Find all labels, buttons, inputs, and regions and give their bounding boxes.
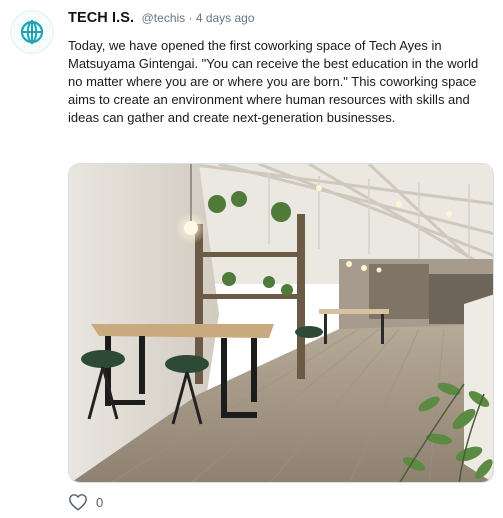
post-header: TECH I.S. @techis · 4 days ago — [68, 9, 255, 27]
post-photo[interactable] — [68, 163, 494, 483]
post-card: TECH I.S. @techis · 4 days ago Today, we… — [0, 0, 503, 518]
globe-icon — [20, 20, 44, 44]
author-avatar[interactable] — [10, 10, 54, 54]
like-button[interactable]: 0 — [68, 493, 103, 511]
post-actions: 0 — [68, 493, 103, 511]
heart-icon — [69, 494, 87, 511]
coworking-space-photo — [69, 164, 493, 482]
post-text: Today, we have opened the first coworkin… — [68, 38, 479, 125]
like-count: 0 — [96, 494, 104, 510]
author-name[interactable]: TECH I.S. — [68, 10, 134, 26]
post-meta: @techis · 4 days ago — [141, 11, 255, 25]
